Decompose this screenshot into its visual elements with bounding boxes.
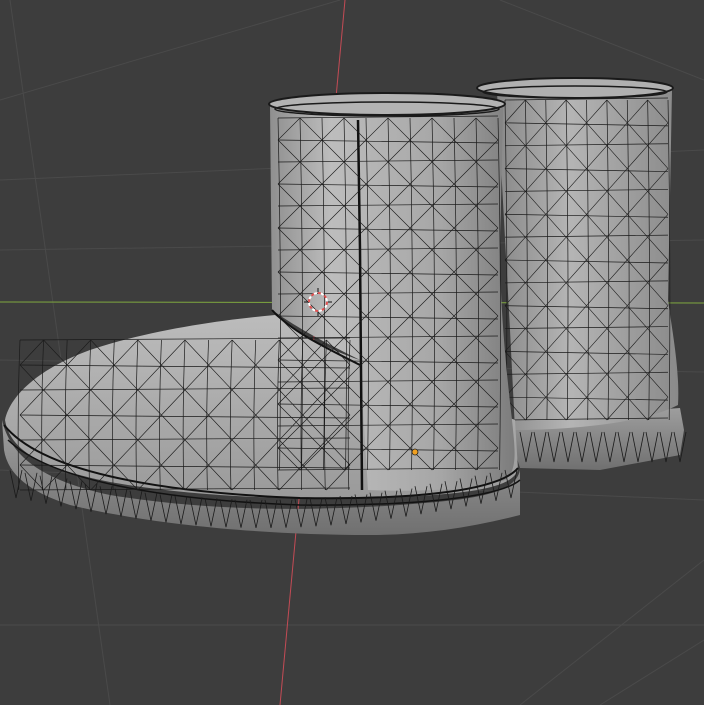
object-origin-icon[interactable] xyxy=(411,448,419,456)
boot-front-mesh[interactable] xyxy=(2,92,521,535)
3d-viewport[interactable] xyxy=(0,0,704,705)
viewport-canvas[interactable] xyxy=(0,0,704,705)
